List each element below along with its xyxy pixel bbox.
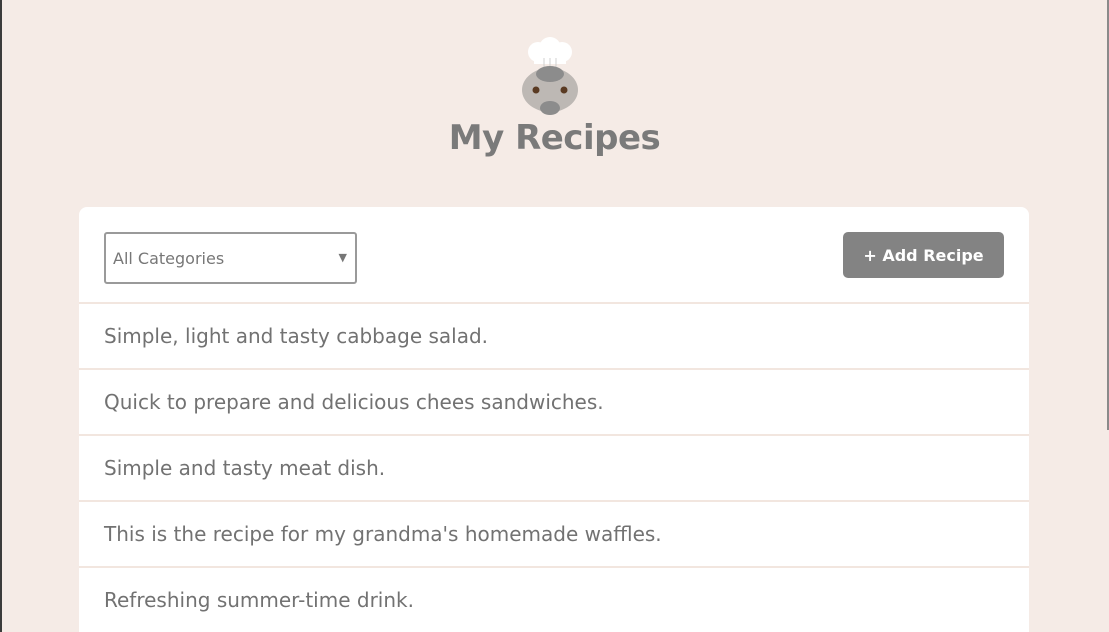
add-recipe-button[interactable]: + Add Recipe bbox=[843, 232, 1004, 278]
list-item[interactable]: Quick to prepare and delicious chees san… bbox=[79, 370, 1029, 436]
recipe-list: Simple, light and tasty cabbage salad. Q… bbox=[79, 304, 1029, 632]
chef-mascot-icon bbox=[518, 34, 582, 116]
list-item[interactable]: Simple, light and tasty cabbage salad. bbox=[79, 304, 1029, 370]
category-select-value: All Categories bbox=[113, 248, 225, 268]
recipes-card: All Categories ▼ + Add Recipe Simple, li… bbox=[79, 207, 1029, 632]
list-item[interactable]: Simple and tasty meat dish. bbox=[79, 436, 1029, 502]
category-select[interactable]: All Categories ▼ bbox=[104, 232, 357, 284]
page-title: My Recipes bbox=[448, 118, 661, 158]
page: My Recipes All Categories ▼ + Add Recipe… bbox=[0, 0, 1109, 632]
toolbar: All Categories ▼ + Add Recipe bbox=[79, 207, 1029, 304]
header: My Recipes bbox=[0, 0, 1109, 200]
chevron-down-icon: ▼ bbox=[338, 251, 347, 264]
list-item[interactable]: Refreshing summer-time drink. bbox=[79, 568, 1029, 632]
list-item[interactable]: This is the recipe for my grandma's home… bbox=[79, 502, 1029, 568]
